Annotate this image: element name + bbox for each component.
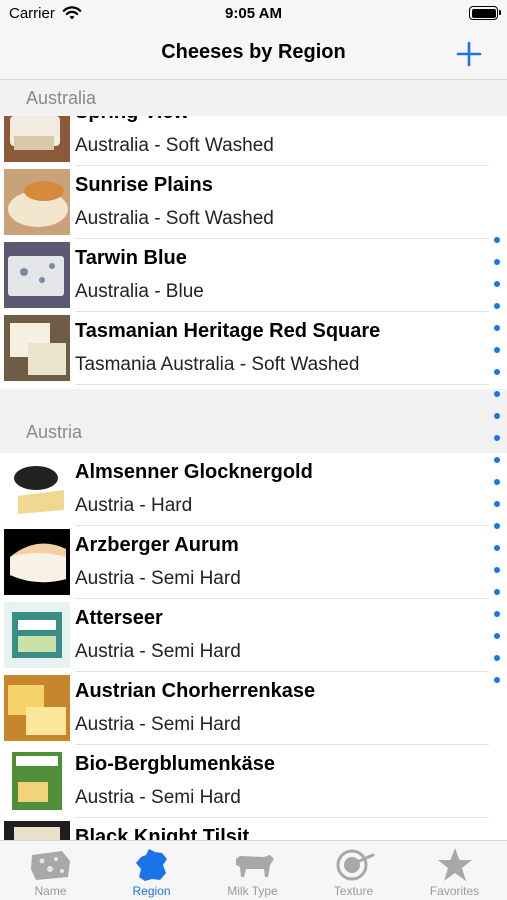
index-dot[interactable]: [494, 325, 500, 331]
cheese-name: Bio-Bergblumenkäse: [75, 753, 276, 775]
cheese-icon: [31, 851, 70, 880]
tab-bar: Name Region Milk Type Texture Favorites: [0, 840, 507, 900]
list-item-sunrise-plains[interactable]: Sunrise Plains Australia - Soft Washed: [0, 166, 507, 239]
cheese-subtitle: Austria - Semi Hard: [75, 714, 241, 735]
index-dot[interactable]: [494, 413, 500, 419]
index-dot[interactable]: [494, 347, 500, 353]
list-item-tarwin-blue[interactable]: Tarwin Blue Australia - Blue: [0, 239, 507, 312]
cheese-thumbnail: [4, 602, 70, 668]
tab-label: Milk Type: [227, 884, 278, 898]
row-divider: [75, 384, 489, 385]
cheese-thumbnail: [4, 821, 70, 840]
cheese-thumbnail: [4, 456, 70, 522]
cheese-subtitle: Tasmania Australia - Soft Washed: [75, 354, 360, 375]
section-title: Australia: [26, 88, 97, 108]
index-dot[interactable]: [494, 567, 500, 573]
cheese-thumbnail: [4, 529, 70, 595]
battery-icon: [469, 6, 501, 20]
index-dot[interactable]: [494, 501, 500, 507]
index-dot[interactable]: [494, 677, 500, 683]
cheese-name: Tarwin Blue: [75, 247, 187, 269]
index-dot[interactable]: [494, 633, 500, 639]
index-dot[interactable]: [494, 281, 500, 287]
section-title: Austria: [26, 422, 83, 442]
cheese-subtitle: Austria - Semi Hard: [75, 787, 241, 808]
cheese-name: Black Knight Tilsit: [75, 826, 250, 840]
index-dot[interactable]: [494, 303, 500, 309]
page-title: Cheeses by Region: [161, 41, 346, 63]
index-dot[interactable]: [494, 545, 500, 551]
tab-favorites[interactable]: Favorites: [404, 841, 505, 900]
cow-icon: [236, 855, 274, 877]
index-dot[interactable]: [494, 479, 500, 485]
list-item-black-knight-tilsit[interactable]: Black Knight Tilsit: [0, 818, 507, 840]
cheese-name: Arzberger Aurum: [75, 534, 239, 556]
index-dot[interactable]: [494, 655, 500, 661]
tab-label: Region: [132, 884, 171, 898]
france-map-icon: [136, 849, 167, 881]
cheese-name: Atterseer: [75, 607, 163, 629]
tab-label: Name: [34, 884, 67, 898]
list-item-austrian-chorherrenkase[interactable]: Austrian Chorherrenkase Austria - Semi H…: [0, 672, 507, 745]
index-dot[interactable]: [494, 523, 500, 529]
tab-name[interactable]: Name: [0, 841, 101, 900]
cheese-list[interactable]: Spring View Australia - Soft Washed Sunr…: [0, 116, 507, 840]
cheese-subtitle: Austria - Semi Hard: [75, 641, 241, 662]
cheese-subtitle: Australia - Soft Washed: [75, 135, 274, 156]
texture-dial-icon: [336, 849, 375, 881]
index-dot[interactable]: [494, 457, 500, 463]
cheese-thumbnail: [4, 242, 70, 308]
cheese-subtitle: Austria - Hard: [75, 495, 193, 516]
index-dot[interactable]: [494, 259, 500, 265]
status-bar: Carrier 9:05 AM: [0, 0, 507, 28]
index-dot[interactable]: [494, 369, 500, 375]
tab-milk-type[interactable]: Milk Type: [202, 841, 303, 900]
cheese-name: Sunrise Plains: [75, 174, 213, 196]
cheese-name: Tasmanian Heritage Red Square: [75, 320, 381, 342]
index-dot[interactable]: [494, 435, 500, 441]
list-item-tasmanian-heritage-red-square[interactable]: Tasmanian Heritage Red Square Tasmania A…: [0, 312, 507, 385]
cheese-thumbnail: [4, 315, 70, 381]
list-item-spring-view[interactable]: Spring View Australia - Soft Washed: [0, 116, 507, 166]
cheese-name: Austrian Chorherrenkase: [75, 680, 316, 702]
status-time: 9:05 AM: [225, 5, 282, 22]
index-dot[interactable]: [494, 237, 500, 243]
list-item-bio-bergblumenkase[interactable]: Bio-Bergblumenkäse Austria - Semi Hard: [0, 745, 507, 818]
navigation-bar: Cheeses by Region: [0, 28, 507, 80]
list-item-atterseer[interactable]: Atterseer Austria - Semi Hard: [0, 599, 507, 672]
tab-label: Favorites: [429, 884, 480, 898]
index-dot[interactable]: [494, 589, 500, 595]
index-dot[interactable]: [494, 611, 500, 617]
cheese-thumbnail: [4, 169, 70, 235]
cheese-subtitle: Australia - Soft Washed: [75, 208, 274, 229]
list-item-almsenner-glocknergold[interactable]: Almsenner Glocknergold Austria - Hard: [0, 453, 507, 526]
tab-region[interactable]: Region: [101, 841, 202, 900]
index-dot[interactable]: [494, 391, 500, 397]
cheese-name: Almsenner Glocknergold: [75, 461, 313, 483]
cheese-thumbnail: [4, 675, 70, 741]
cheese-subtitle: Austria - Semi Hard: [75, 568, 241, 589]
cheese-subtitle: Australia - Blue: [75, 281, 204, 302]
star-icon: [438, 848, 472, 881]
cheese-thumbnail: [4, 116, 70, 162]
cheese-thumbnail: [4, 748, 70, 814]
section-header-australia: Australia: [0, 80, 507, 116]
cheese-name: Spring View: [75, 116, 189, 124]
tab-label: Texture: [333, 884, 374, 898]
tab-texture[interactable]: Texture: [303, 841, 404, 900]
add-button[interactable]: [453, 38, 485, 70]
section-header-austria: Austria: [0, 389, 507, 453]
list-item-arzberger-aurum[interactable]: Arzberger Aurum Austria - Semi Hard: [0, 526, 507, 599]
